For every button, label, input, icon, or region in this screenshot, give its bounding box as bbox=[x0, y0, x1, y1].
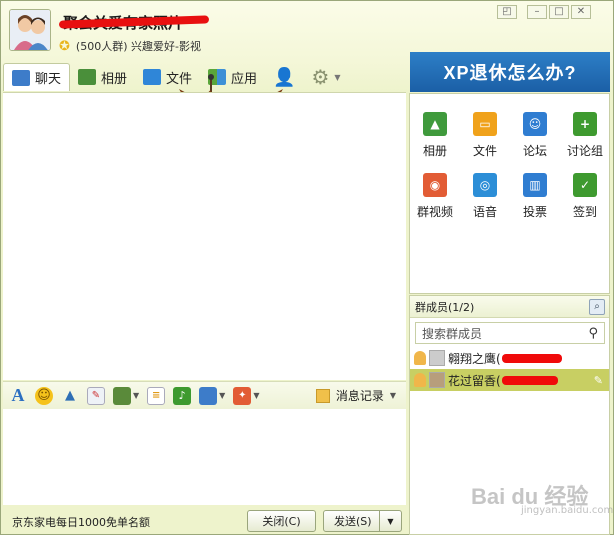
avatar bbox=[429, 350, 445, 366]
tab-chat[interactable]: 聊天 bbox=[3, 63, 71, 91]
chat-icon bbox=[12, 69, 30, 86]
window-controls: ◰ – □ ✕ bbox=[497, 5, 591, 19]
app-video-label: 群视频 bbox=[416, 205, 453, 219]
app-voice-label: 语音 bbox=[472, 205, 497, 219]
message-input[interactable] bbox=[3, 409, 406, 505]
send-label: 发送(S) bbox=[334, 515, 372, 528]
chevron-down-icon: ▼ bbox=[334, 72, 341, 82]
search-icon: ⚲ bbox=[588, 325, 598, 341]
member-count-text: (500人群) 兴趣爱好-影视 bbox=[75, 40, 201, 53]
vote-icon: ▥ bbox=[523, 173, 547, 197]
member-search-placeholder: 搜索群成员 bbox=[422, 326, 483, 341]
group-apps-panel: ▲ 相册 ▭ 文件 ☺ 论坛 + 讨论组 ◉ 群视频 ◎ 语音 ▥ 投票 ✓ 签… bbox=[409, 93, 610, 294]
forum-icon: ☺ bbox=[523, 112, 547, 136]
image-dropdown-icon[interactable]: ▼ bbox=[133, 391, 139, 400]
app-vote-label: 投票 bbox=[522, 205, 547, 219]
app-vote[interactable]: ▥ 投票 bbox=[510, 173, 560, 220]
app-files[interactable]: ▭ 文件 bbox=[460, 112, 510, 159]
history-icon bbox=[315, 388, 330, 403]
tab-album-label: 相册 bbox=[101, 71, 128, 87]
chevron-down-icon: ▼ bbox=[389, 391, 396, 400]
checkin-icon: ✓ bbox=[573, 173, 597, 197]
tab-album[interactable]: 相册 bbox=[70, 63, 135, 91]
video-icon: ◉ bbox=[423, 173, 447, 197]
app-video[interactable]: ◉ 群视频 bbox=[410, 173, 460, 220]
list-item[interactable]: 翱翔之鹰( bbox=[410, 347, 609, 369]
member-count: 群成员(1/2) bbox=[415, 300, 475, 314]
app-album[interactable]: ▲ 相册 bbox=[410, 112, 460, 159]
send-options-icon[interactable]: ▼ bbox=[379, 511, 401, 531]
edit-icon[interactable]: ✎ bbox=[594, 374, 603, 387]
photo-icon: ▲ bbox=[423, 112, 447, 136]
image-icon[interactable] bbox=[113, 386, 131, 405]
app-discussion[interactable]: + 讨论组 bbox=[560, 112, 610, 159]
avatar bbox=[429, 372, 445, 388]
folder-icon bbox=[143, 69, 162, 85]
message-history-label: 消息记录 bbox=[335, 389, 384, 403]
member-name: 翱翔之鹰( bbox=[448, 351, 501, 366]
close-button[interactable]: 关闭(C) bbox=[247, 510, 316, 532]
note-icon[interactable]: ✎ bbox=[87, 386, 105, 405]
tab-chat-label: 聊天 bbox=[35, 72, 62, 87]
folder-icon: ▭ bbox=[473, 112, 497, 136]
app-discussion-label: 讨论组 bbox=[566, 144, 603, 158]
member-header: 群成员(1/2) ⌕ bbox=[410, 296, 609, 318]
shake-icon[interactable]: ✦ bbox=[233, 386, 252, 405]
app-forum-label: 论坛 bbox=[522, 144, 547, 158]
font-icon[interactable]: A bbox=[9, 385, 27, 405]
app-checkin-label: 签到 bbox=[572, 205, 597, 219]
app-voice[interactable]: ◎ 语音 bbox=[460, 173, 510, 220]
app-files-label: 文件 bbox=[472, 144, 497, 158]
input-toolbar: A ☺ ▲ ✎ ▼ ≡ ♪ ▼ ✦ ▼ 消息记录 ▼ bbox=[3, 381, 406, 409]
gear-icon: ⚙ bbox=[311, 65, 330, 89]
emoji-icon[interactable]: ☺ bbox=[35, 386, 53, 405]
rich-text-icon[interactable]: ♪ bbox=[173, 386, 192, 405]
message-area[interactable] bbox=[3, 92, 406, 380]
ad-banner-text: XP退休怎么办? bbox=[443, 63, 577, 83]
group-avatar[interactable] bbox=[9, 9, 51, 51]
bottom-bar: 京东家电每日1000免单名额 关闭(C) 发送(S) ▼ bbox=[3, 505, 406, 535]
shake-dropdown-icon[interactable]: ▼ bbox=[253, 391, 259, 400]
maximize-button[interactable]: □ bbox=[549, 5, 569, 19]
app-checkin[interactable]: ✓ 签到 bbox=[560, 173, 610, 220]
redaction-mark bbox=[501, 353, 562, 363]
app-forum[interactable]: ☺ 论坛 bbox=[510, 112, 560, 159]
list-item[interactable]: 花过留香( ✎ bbox=[410, 369, 609, 391]
app-album-label: 相册 bbox=[422, 144, 447, 158]
star-icon: ✪ bbox=[59, 38, 70, 54]
screenshot-icon[interactable] bbox=[199, 386, 218, 405]
voice-icon: ◎ bbox=[473, 173, 497, 197]
app-grid: ▲ 相册 ▭ 文件 ☺ 论坛 + 讨论组 ◉ 群视频 ◎ 语音 ▥ 投票 ✓ 签… bbox=[410, 94, 609, 220]
settings-button[interactable]: ⚙ ▼ bbox=[303, 63, 348, 91]
watermark-url: jingyan.baidu.com bbox=[521, 505, 614, 516]
discussion-icon: + bbox=[573, 112, 597, 136]
screenshot-dropdown-icon[interactable]: ▼ bbox=[219, 391, 225, 400]
magic-hat-icon[interactable]: ▲ bbox=[61, 387, 79, 405]
chat-window: 聚会关爱有家照片 ✪ (500人群) 兴趣爱好-影视 ◰ – □ ✕ 聊天 相册… bbox=[0, 0, 614, 535]
group-info: ✪ (500人群) 兴趣爱好-影视 bbox=[59, 38, 201, 54]
send-button[interactable]: 发送(S) ▼ bbox=[323, 510, 402, 532]
group-avatar-icon bbox=[10, 10, 50, 50]
minimize-button[interactable]: – bbox=[527, 5, 547, 19]
photo-album-icon bbox=[78, 69, 97, 85]
member-name: 花过留香( bbox=[448, 373, 501, 388]
close-window-button[interactable]: ✕ bbox=[571, 5, 591, 19]
file-send-icon[interactable]: ≡ bbox=[147, 386, 166, 405]
skin-button[interactable]: ◰ bbox=[497, 5, 517, 19]
ad-banner[interactable]: XP退休怎么办? bbox=[410, 52, 610, 92]
member-search-toggle-icon[interactable]: ⌕ bbox=[589, 298, 605, 315]
message-history-button[interactable]: 消息记录 ▼ bbox=[315, 387, 396, 404]
user-status-icon bbox=[414, 351, 426, 365]
promo-link[interactable]: 京东家电每日1000免单名额 bbox=[12, 514, 150, 530]
user-status-icon bbox=[414, 373, 426, 387]
redaction-mark bbox=[501, 375, 558, 385]
member-search-input[interactable]: 搜索群成员 ⚲ bbox=[415, 322, 605, 344]
